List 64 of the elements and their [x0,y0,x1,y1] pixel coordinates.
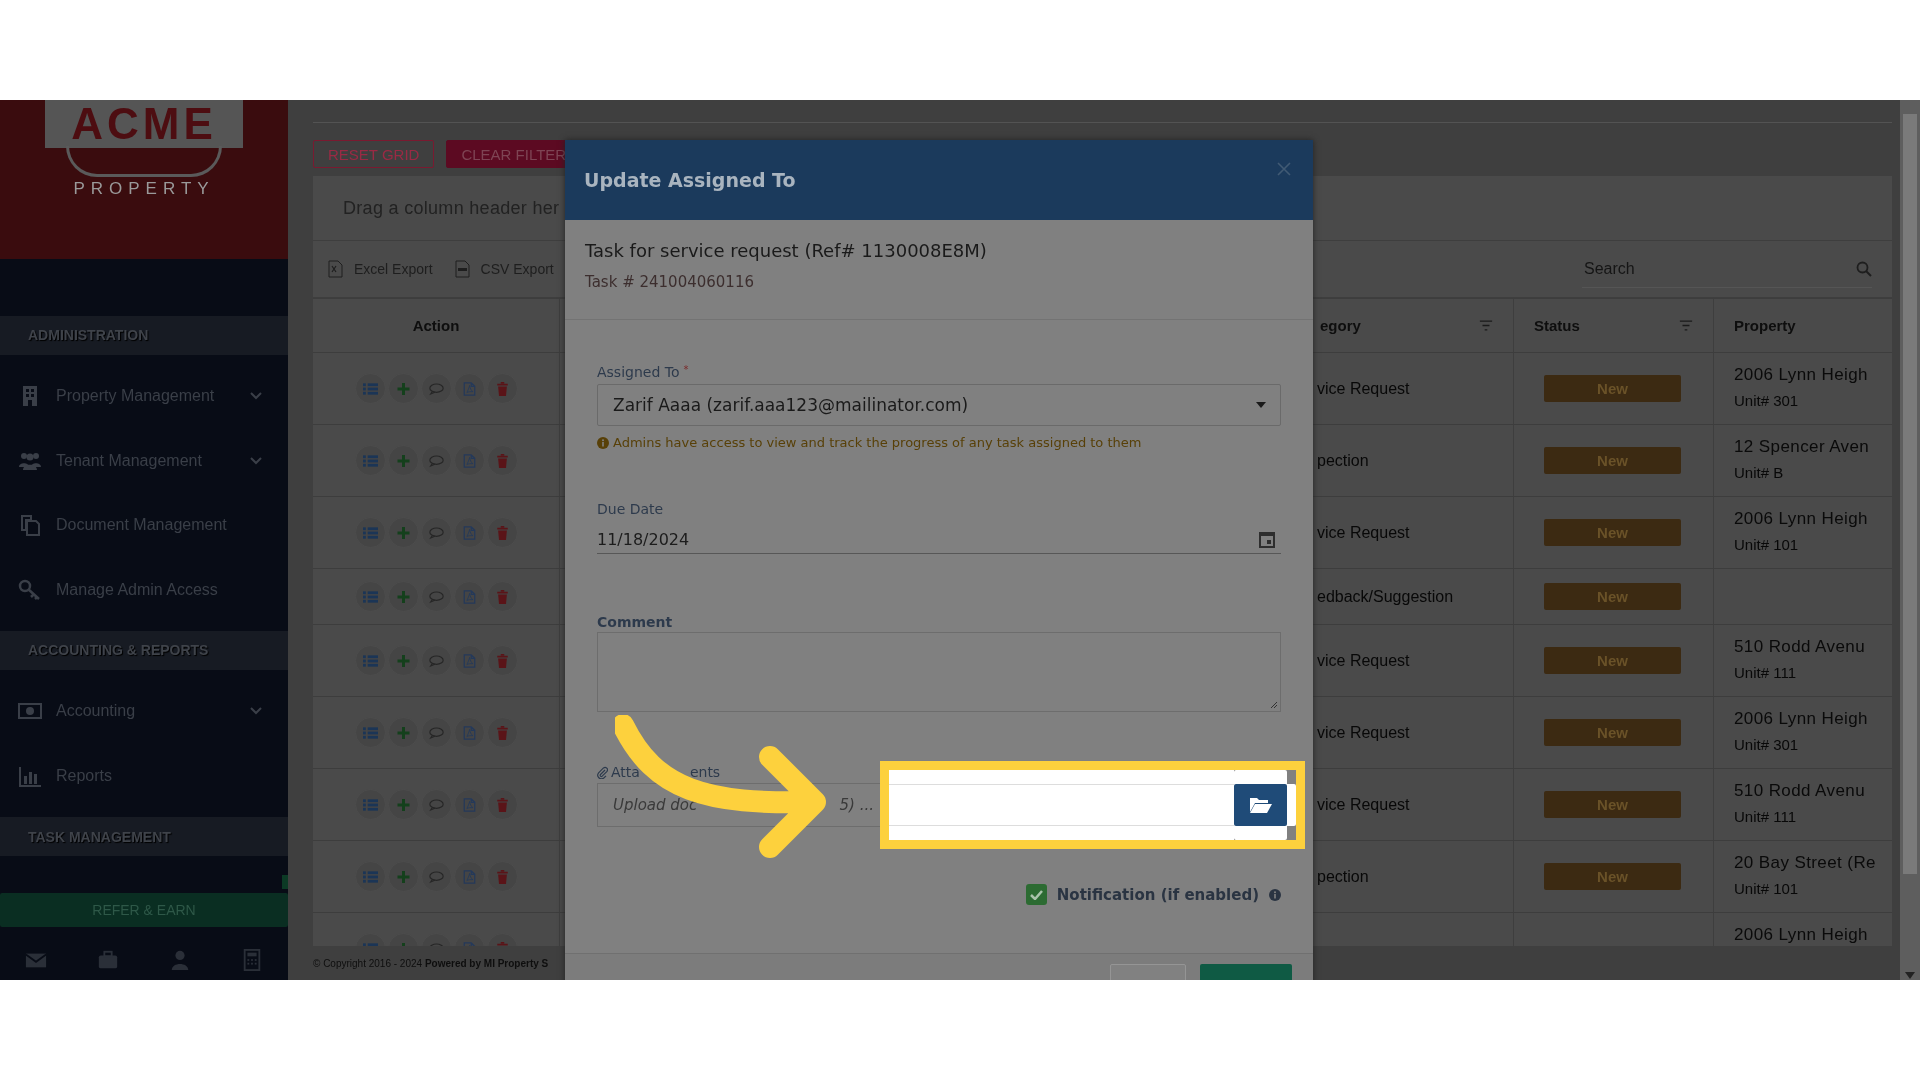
paperclip-icon [597,765,608,779]
comment-field[interactable] [597,632,1281,712]
property-address: 2006 Lynn Heigh [1734,925,1868,945]
field-label: Comment [597,614,674,630]
scrollbar[interactable] [1900,100,1920,980]
csv-file-icon [454,260,471,278]
upload-field[interactable]: Upload doc 5) ... [597,783,880,827]
column-header[interactable]: Action [412,317,460,334]
property-address: 510 Rodd Avenu [1734,637,1865,657]
resize-grip-icon[interactable] [1269,700,1278,709]
calendar-icon[interactable] [1259,530,1275,548]
property-address: 510 Rodd Avenu [1734,781,1865,801]
info-icon [1269,888,1281,901]
unit-number: Unit# 111 [1734,808,1796,825]
unit-number: Unit# B [1734,464,1784,481]
notification-label: Notification (if enabled) [1056,885,1259,904]
property-address: 2006 Lynn Heigh [1734,365,1868,385]
key-icon [18,577,42,602]
category-text: vice Request [1317,795,1410,814]
search-icon[interactable] [1856,260,1872,277]
category-text: pection [1317,867,1369,886]
category-text: vice Request [1317,723,1410,742]
notification-checkbox[interactable] [1025,884,1047,905]
category-text: vice Request [1317,379,1410,398]
unit-number: Unit# 301 [1734,392,1799,409]
scroll-down-arrow-icon[interactable] [1905,972,1915,980]
logo-wordmark: ACME [45,100,243,148]
caret-icon[interactable] [1256,402,1266,408]
reset-grid-button[interactable]: RESET GRID [313,140,435,168]
assignee-dropdown[interactable]: Zarif Aaaa (zarif.aaa123@mailinator.com) [597,384,1281,426]
field-label: Atta [611,764,640,780]
column-header[interactable]: Property [1734,317,1796,334]
task-heading: Task for service request (Ref# 1130008E8M) [585,240,988,261]
unit-number: Unit# 101 [1734,536,1799,553]
logo-tagline: PROPERTY [73,179,215,199]
category-text: vice Request [1317,523,1410,542]
column-header[interactable]: Status [1534,317,1580,334]
file-field[interactable] [889,770,1234,840]
field-label: Assigned To * [597,364,690,380]
task-number: Task # 241004060116 [585,273,755,291]
scrollbar-thumb[interactable] [1903,114,1917,874]
unit-number: Unit# 301 [1734,736,1799,753]
spreadsheet-file-icon [328,260,344,278]
category-text: edback/Suggestion [1317,587,1454,606]
info-icon [597,436,609,449]
field-label: ents [689,764,721,780]
property-address: 2006 Lynn Heigh [1734,709,1868,729]
category-text: pection [1317,451,1369,470]
documents-icon [18,513,42,538]
hint-text: Admins have access to view and track the progress of any task assigned to them [613,435,1142,450]
column-header[interactable]: egory [1320,317,1361,334]
unit-number: Unit# 111 [1734,664,1796,681]
due-date-field[interactable]: 11/18/2024 [597,525,1281,554]
checkmark-icon[interactable] [1029,889,1043,900]
scroll-indicator [282,875,288,890]
property-address: 2006 Lynn Heigh [1734,509,1868,529]
field-label: Due Date [597,501,665,517]
category-text: vice Request [1317,651,1410,670]
property-address: 20 Bay Street (Re [1734,853,1876,873]
filter-icon[interactable] [1679,320,1693,331]
modal-title: Update Assigned To [584,169,796,191]
property-address: 12 Spencer Aven [1734,437,1870,457]
unit-number: Unit# 101 [1734,880,1799,897]
filter-icon[interactable] [1479,320,1493,331]
